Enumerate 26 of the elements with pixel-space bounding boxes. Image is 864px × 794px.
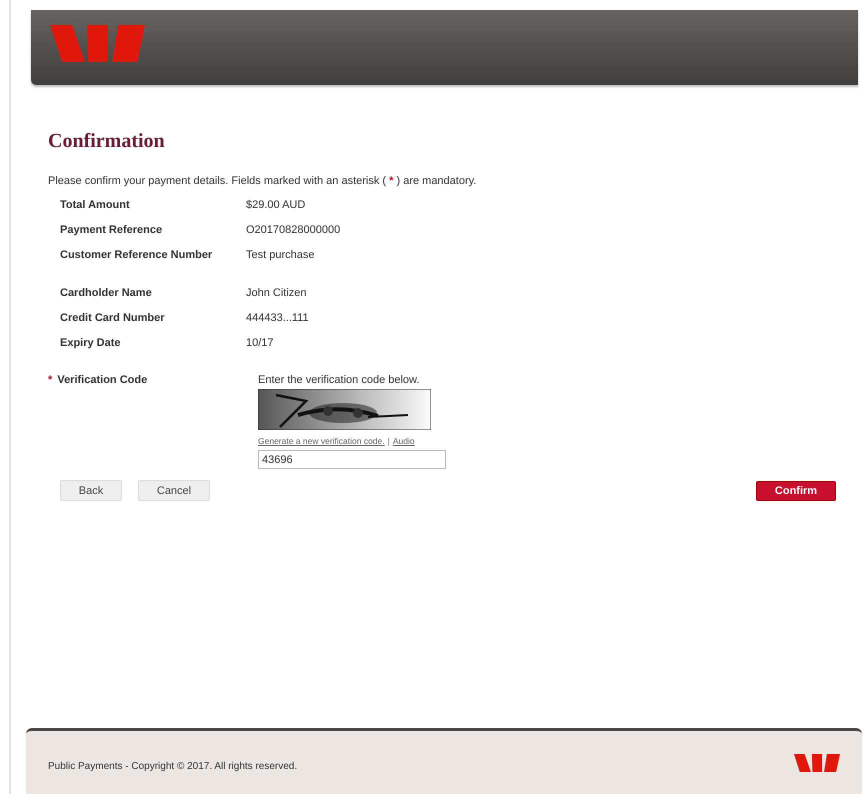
field-label: Cardholder Name — [59, 286, 153, 298]
separator: | — [388, 436, 390, 446]
field-value: $29.00 AUD — [246, 198, 306, 210]
page-title: Confirmation — [48, 130, 165, 153]
field-value: 10/17 — [246, 336, 274, 348]
field-label: Credit Card Number — [59, 312, 166, 324]
link[interactable]: Generate a new verification code. — [258, 436, 385, 446]
field-label: Customer Reference Number — [59, 248, 214, 260]
action-button[interactable]: Cancel — [138, 480, 210, 501]
field-label: * Verification Code — [48, 373, 148, 386]
field-value: O20170828000000 — [246, 224, 340, 236]
confirm-button[interactable]: Confirm — [756, 480, 836, 500]
field-value: Test purchase — [246, 248, 314, 260]
logo-icon — [793, 754, 840, 772]
link[interactable]: Audio — [392, 436, 415, 446]
field-label: Total Amount — [59, 198, 131, 210]
field-value: John Citizen — [246, 286, 307, 298]
copyright-text: Public Payments - Copyright © 2017. All rights reserved. — [48, 760, 298, 772]
instruction-text: Enter the verification code below. — [258, 374, 420, 386]
field-label: Payment Reference — [59, 224, 164, 236]
field-label: Expiry Date — [59, 336, 122, 348]
action-button[interactable]: Back — [60, 480, 122, 501]
intro-text: Please confirm your payment details. Fields marked with an asterisk ( * ) are mandatory. — [48, 175, 476, 187]
logo-icon — [48, 25, 145, 62]
input-field[interactable]: 43696 — [258, 450, 446, 469]
field-value: 444433...111 — [246, 312, 309, 324]
